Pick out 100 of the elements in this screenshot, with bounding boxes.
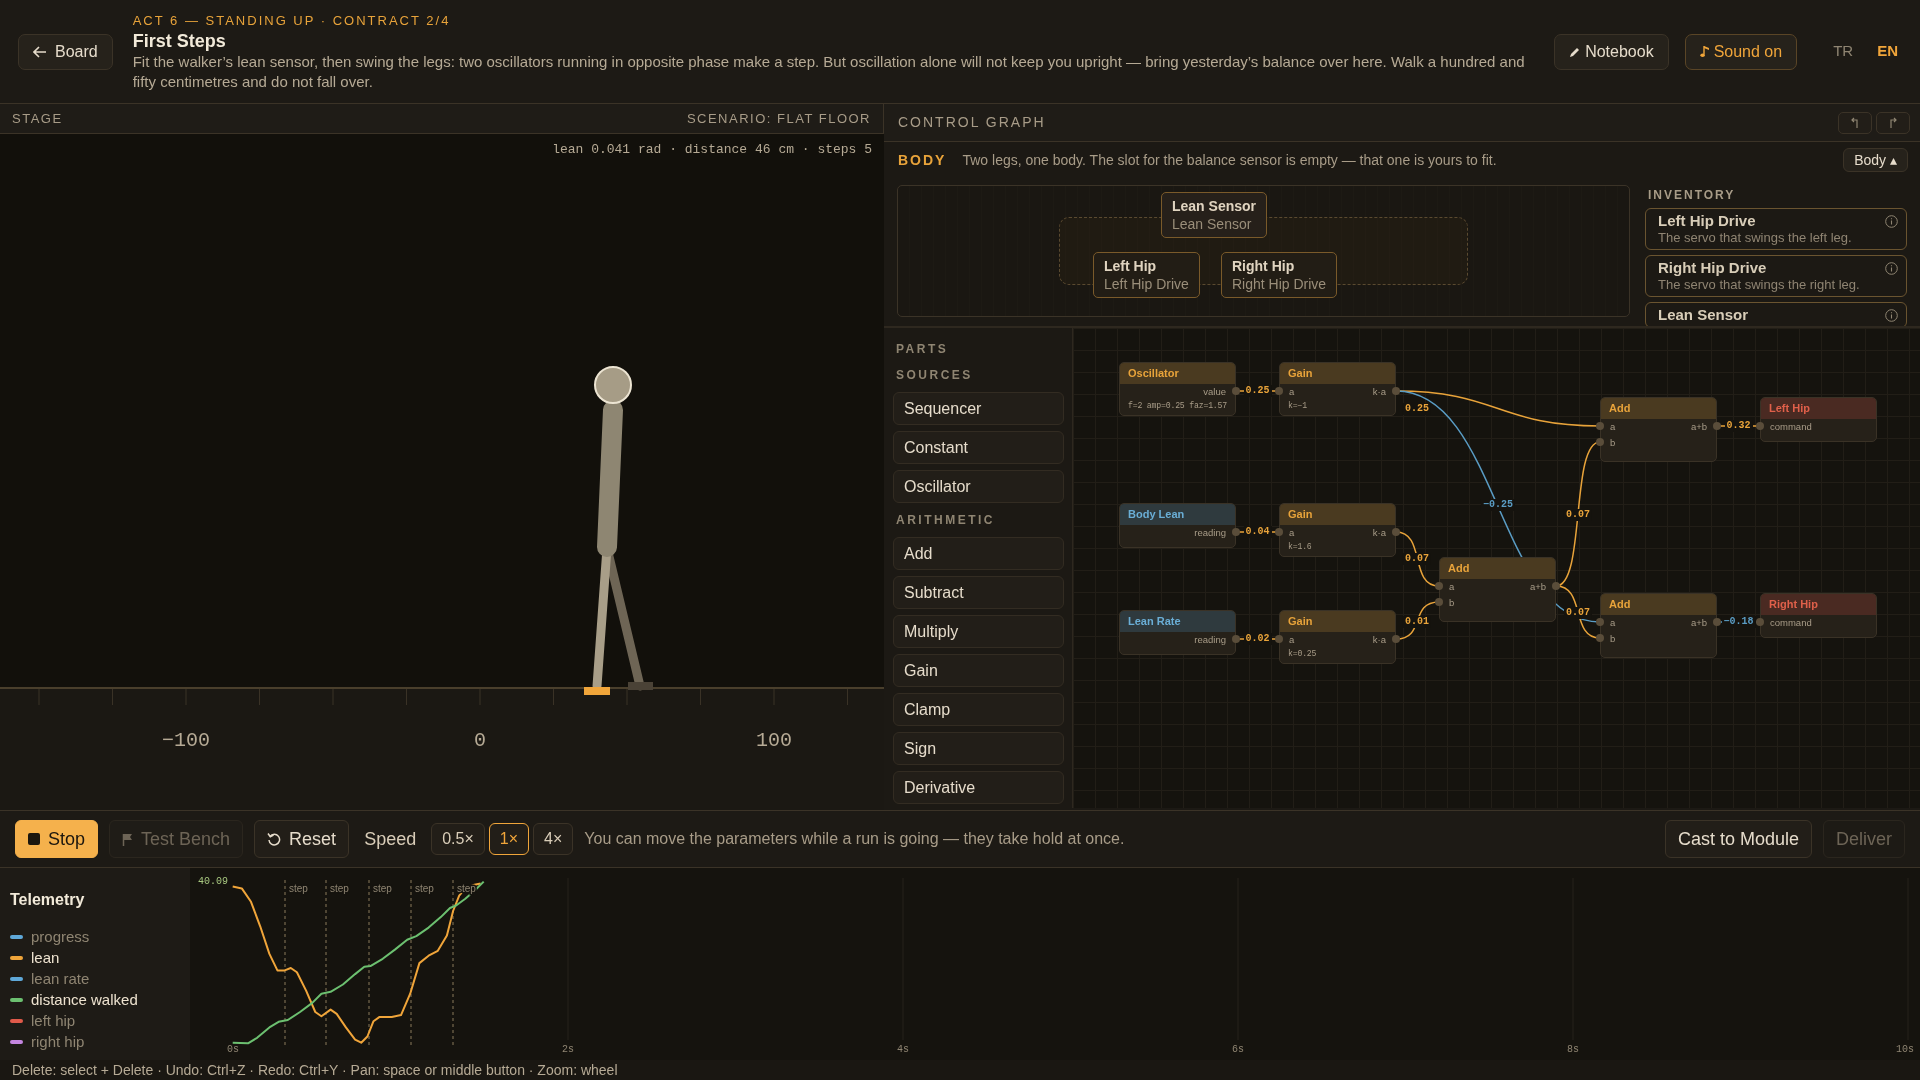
- port-label: a: [1610, 420, 1616, 434]
- port-label: reading: [1194, 526, 1226, 540]
- wire-value: 0.02: [1243, 633, 1272, 645]
- undo-button[interactable]: [1838, 111, 1872, 134]
- port-dot[interactable]: [1275, 387, 1283, 395]
- redo-button[interactable]: [1876, 111, 1910, 134]
- graph-node[interactable]: Right Hip command: [1760, 593, 1877, 638]
- part-button[interactable]: Derivative: [893, 771, 1064, 804]
- port-dot[interactable]: [1435, 582, 1443, 590]
- inventory-item[interactable]: Right Hip Drive The servo that swings the right leg.: [1645, 255, 1907, 297]
- legend-label[interactable]: progress: [31, 927, 90, 946]
- sound-button[interactable]: Sound on: [1684, 33, 1798, 70]
- section-label: SOURCES: [896, 367, 974, 384]
- port-dot[interactable]: [1392, 635, 1400, 643]
- wire-value: 0.25: [1403, 403, 1431, 415]
- cast-button[interactable]: Cast to Module: [1664, 820, 1812, 858]
- step-label: step: [330, 883, 349, 894]
- legend-label[interactable]: lean rate: [31, 969, 90, 988]
- part-button[interactable]: Multiply: [893, 615, 1064, 648]
- port-dot[interactable]: [1392, 387, 1400, 395]
- back-arrow-icon: [33, 45, 47, 58]
- node-parameter: k=0.25: [1287, 648, 1318, 660]
- port-dot[interactable]: [1275, 635, 1283, 643]
- language-option[interactable]: TR: [1829, 40, 1858, 63]
- port-dot[interactable]: [1232, 528, 1240, 536]
- graph-node[interactable]: Left Hip command: [1760, 397, 1877, 442]
- part-button[interactable]: Oscillator: [893, 470, 1064, 503]
- legend-label[interactable]: right hip: [31, 1032, 85, 1051]
- info-icon: [1885, 262, 1898, 275]
- node-title: Add: [1440, 558, 1555, 579]
- port-label: k·a: [1372, 385, 1386, 399]
- port-dot[interactable]: [1275, 528, 1283, 536]
- wire-value: 0.07: [1564, 607, 1592, 619]
- step-label: step: [415, 883, 434, 894]
- port-label: b: [1449, 596, 1455, 610]
- speed-option[interactable]: 1×: [488, 823, 530, 855]
- notebook-button[interactable]: Notebook: [1554, 33, 1669, 70]
- speed-label: Speed: [364, 827, 417, 851]
- graph-node[interactable]: Gain a k·a k=−1: [1279, 362, 1396, 416]
- port-dot[interactable]: [1596, 422, 1604, 430]
- part-button[interactable]: Constant: [893, 431, 1064, 464]
- flag-icon: [122, 832, 134, 846]
- graph-node[interactable]: Oscillator value f=2 amp=0.25 faz=1.57: [1119, 362, 1236, 416]
- port-label: b: [1610, 632, 1616, 646]
- port-dot[interactable]: [1756, 618, 1764, 626]
- inventory-title: INVENTORY: [1648, 187, 1737, 204]
- back-button[interactable]: Board: [18, 33, 113, 70]
- inventory-item[interactable]: Left Hip Drive The servo that swings the left leg.: [1645, 208, 1907, 250]
- wire-value: 0.04: [1243, 526, 1272, 538]
- port-dot[interactable]: [1596, 618, 1604, 626]
- graph-node[interactable]: Body Lean reading: [1119, 503, 1236, 548]
- port-dot[interactable]: [1713, 618, 1721, 626]
- node-title: Gain: [1280, 611, 1395, 632]
- port-dot[interactable]: [1232, 387, 1240, 395]
- language-option[interactable]: EN: [1873, 40, 1902, 63]
- node-parameter: k=−1: [1287, 400, 1308, 412]
- graph-node[interactable]: Gain a k·a k=0.25: [1279, 610, 1396, 664]
- port-label: reading: [1194, 633, 1226, 647]
- reset-button[interactable]: Reset: [254, 820, 350, 858]
- part-button[interactable]: Gain: [893, 654, 1064, 687]
- axis-tick-label: 2s: [562, 1044, 574, 1055]
- body-dropdown[interactable]: Body ▴: [1843, 148, 1908, 172]
- graph-node[interactable]: Lean Rate reading: [1119, 610, 1236, 655]
- graph-node[interactable]: Add a a+b b: [1600, 397, 1717, 462]
- info-icon: [1885, 309, 1898, 322]
- part-button[interactable]: Clamp: [893, 693, 1064, 726]
- node-title: Add: [1601, 594, 1716, 615]
- graph-node[interactable]: Add a a+b b: [1439, 557, 1556, 622]
- port-dot[interactable]: [1552, 582, 1560, 590]
- port-label: a: [1289, 526, 1295, 540]
- port-label: a+b: [1690, 420, 1707, 434]
- graph-node[interactable]: Gain a k·a k=1.6: [1279, 503, 1396, 557]
- wire-value: −0.18: [1721, 616, 1756, 628]
- axis-tick-label: 8s: [1567, 1044, 1579, 1055]
- graph-node[interactable]: Add a a+b b: [1600, 593, 1717, 658]
- body-slot[interactable]: Lean Sensor Lean Sensor: [1161, 192, 1268, 238]
- legend-label[interactable]: lean: [31, 948, 60, 967]
- part-button[interactable]: Subtract: [893, 576, 1064, 609]
- port-dot[interactable]: [1713, 422, 1721, 430]
- speed-option[interactable]: 4×: [533, 823, 574, 855]
- panel-title: CONTROL GRAPH: [898, 113, 1046, 132]
- port-label: k·a: [1372, 526, 1386, 540]
- legend-label[interactable]: left hip: [31, 1011, 76, 1030]
- part-button[interactable]: Add: [893, 537, 1064, 570]
- speed-option[interactable]: 0.5×: [431, 823, 485, 855]
- wire-value: −0.25: [1481, 499, 1515, 511]
- port-dot[interactable]: [1756, 422, 1764, 430]
- axis-tick-label: 10s: [1896, 1044, 1914, 1055]
- port-dot[interactable]: [1596, 438, 1604, 446]
- body-slot[interactable]: Right Hip Right Hip Drive: [1221, 252, 1338, 298]
- body-slot[interactable]: Left Hip Left Hip Drive: [1093, 252, 1200, 298]
- port-dot[interactable]: [1435, 598, 1443, 606]
- legend-label[interactable]: distance walked: [31, 990, 138, 1009]
- port-dot[interactable]: [1596, 634, 1604, 642]
- port-dot[interactable]: [1232, 635, 1240, 643]
- port-dot[interactable]: [1392, 528, 1400, 536]
- part-button[interactable]: Sequencer: [893, 392, 1064, 425]
- stop-button[interactable]: Stop: [15, 820, 99, 858]
- part-button[interactable]: Sign: [893, 732, 1064, 765]
- axis-tick-label: 6s: [1232, 1044, 1244, 1055]
